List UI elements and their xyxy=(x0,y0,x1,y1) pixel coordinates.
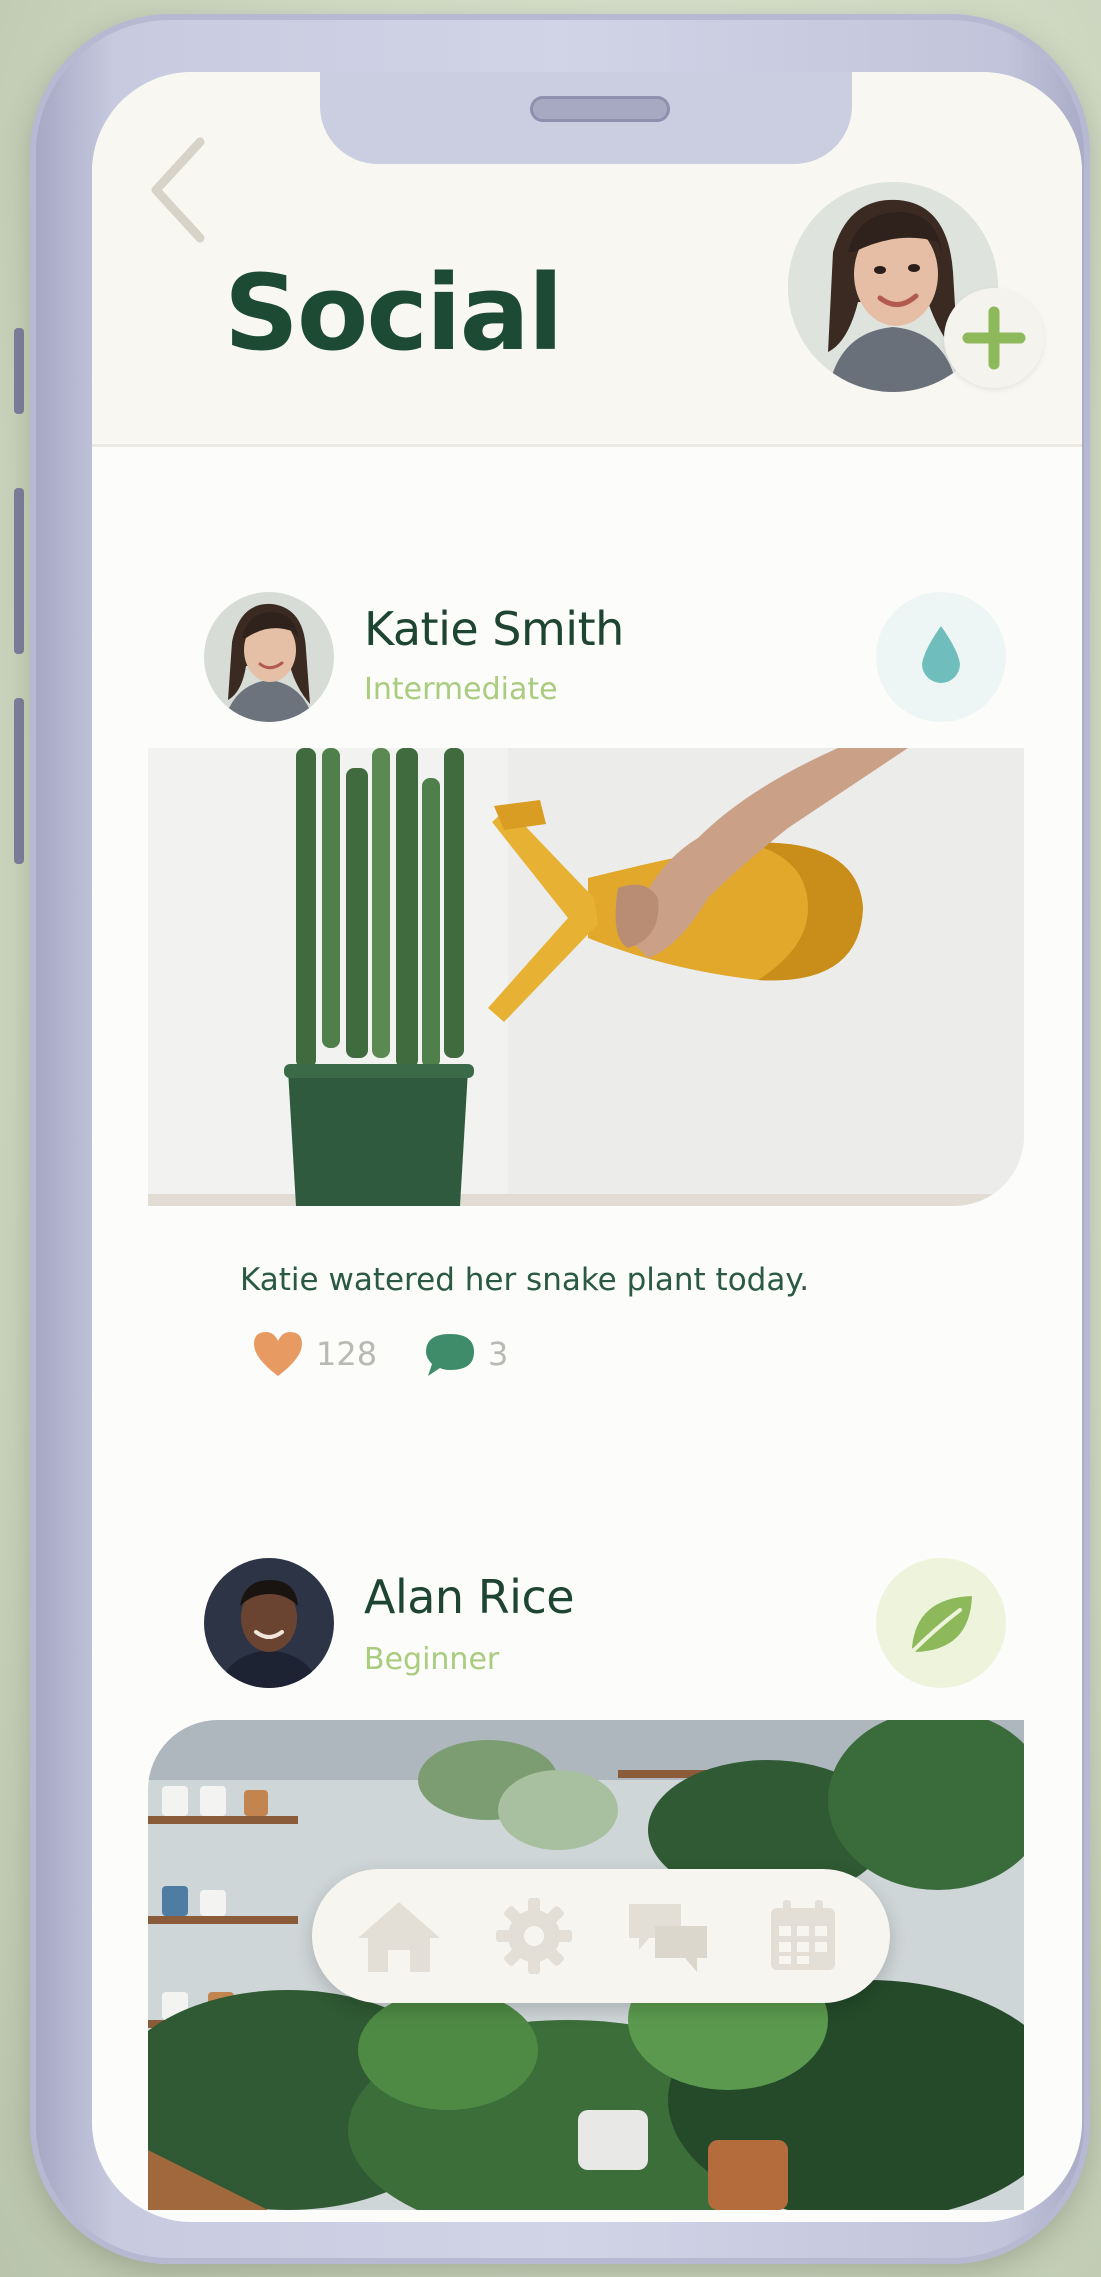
plus-icon xyxy=(962,306,1026,370)
water-drop-icon xyxy=(922,626,960,683)
comment-count: 3 xyxy=(488,1335,509,1373)
heart-icon xyxy=(254,1332,302,1376)
nav-settings-button[interactable] xyxy=(486,1888,582,1984)
calendar-icon xyxy=(771,1900,836,1970)
silent-switch xyxy=(14,328,24,414)
like-count: 128 xyxy=(316,1335,378,1373)
nav-calendar-button[interactable] xyxy=(755,1888,851,1984)
gear-icon xyxy=(495,1898,572,1974)
nav-home-button[interactable] xyxy=(351,1888,447,1984)
phone-frame: Social Katie Smith Intermediate Katie wa… xyxy=(30,14,1090,2264)
post-photo[interactable] xyxy=(148,748,1024,1206)
post-author-name[interactable]: Katie Smith xyxy=(364,602,624,656)
chevron-left-icon xyxy=(151,137,205,243)
post-author-avatar[interactable] xyxy=(204,1558,334,1688)
add-friend-button[interactable] xyxy=(944,288,1044,388)
leaf-icon xyxy=(910,1596,972,1654)
comment-stat[interactable]: 3 xyxy=(422,1328,508,1380)
comment-bubble-icon xyxy=(426,1334,474,1376)
post-author-level: Intermediate xyxy=(364,672,558,707)
notch xyxy=(320,72,852,164)
chat-icon xyxy=(629,1904,708,1972)
back-button[interactable] xyxy=(144,132,214,252)
home-icon xyxy=(357,1902,440,1972)
bottom-nav-bar xyxy=(312,1869,890,2003)
post-author-name[interactable]: Alan Rice xyxy=(364,1570,575,1624)
post-author-avatar[interactable] xyxy=(204,592,334,722)
earpiece-speaker xyxy=(530,96,670,122)
post-author-level: Beginner xyxy=(364,1642,500,1677)
plant-level-badge[interactable] xyxy=(876,1558,1006,1688)
nav-chat-button[interactable] xyxy=(620,1888,716,1984)
volume-down-button xyxy=(14,698,24,864)
like-stat[interactable]: 128 xyxy=(250,1328,377,1380)
page-title: Social xyxy=(224,252,563,374)
volume-up-button xyxy=(14,488,24,654)
watering-badge[interactable] xyxy=(876,592,1006,722)
app-screen: Social Katie Smith Intermediate Katie wa… xyxy=(92,72,1082,2222)
post-caption: Katie watered her snake plant today. xyxy=(240,1262,810,1298)
